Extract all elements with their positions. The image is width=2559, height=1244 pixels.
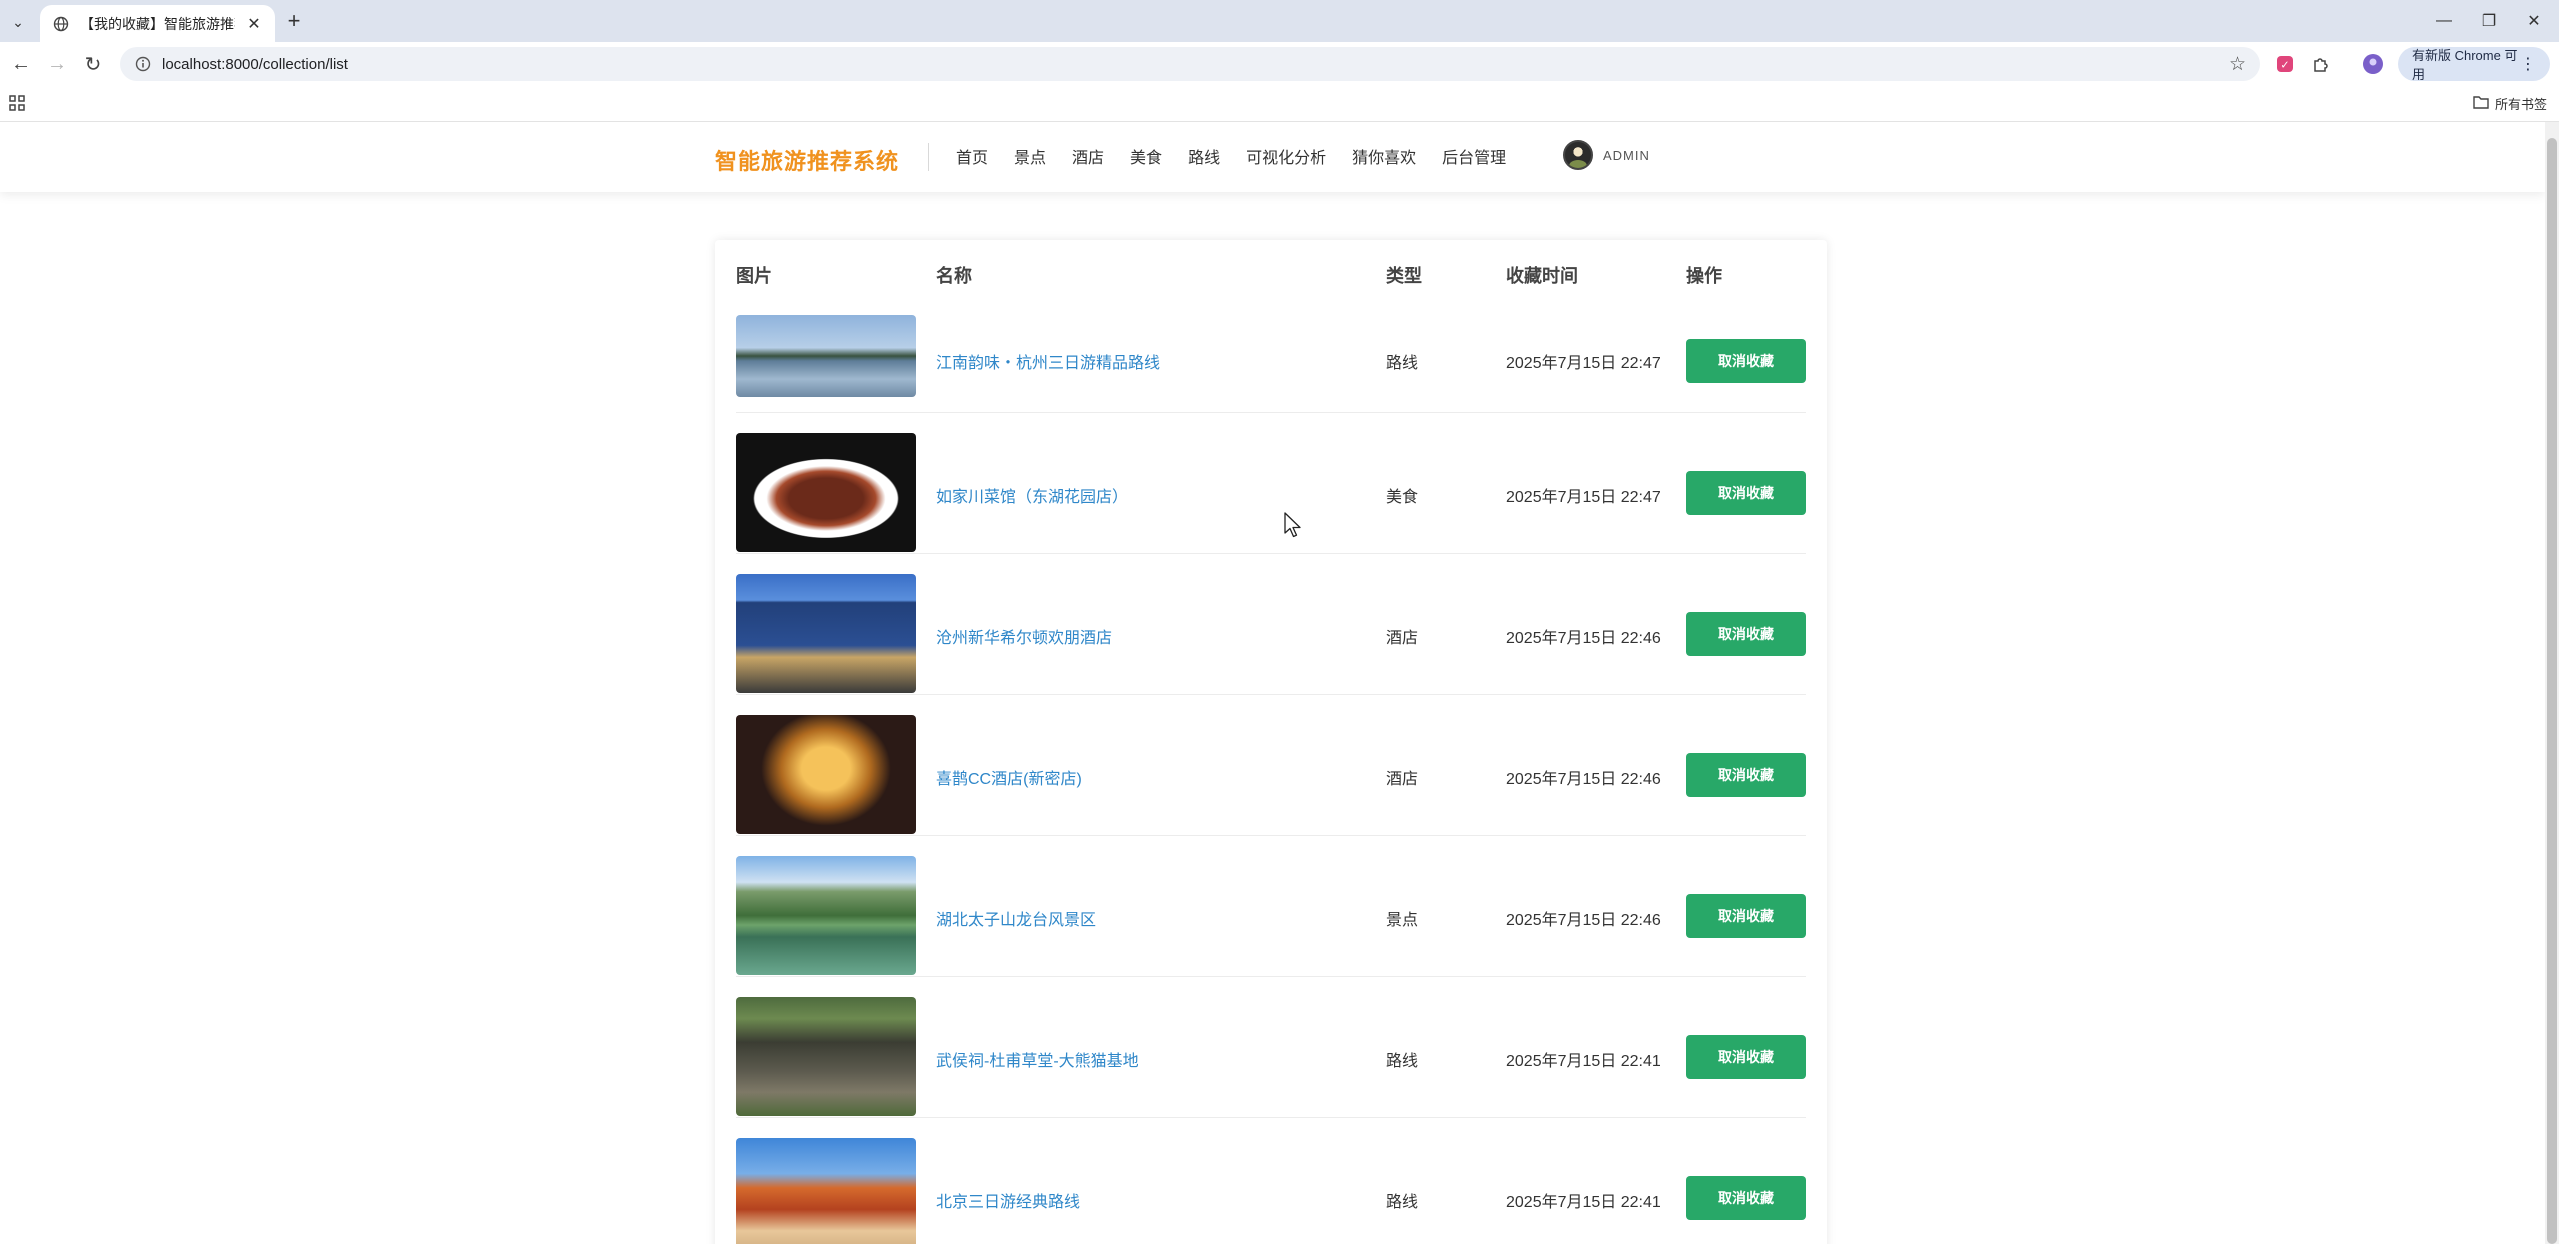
header-name: 名称 <box>936 266 972 286</box>
all-bookmarks-button[interactable]: 所有书签 <box>2473 94 2547 113</box>
browser-tab-bar: ⌄ 【我的收藏】智能旅游推荐系统 ✕ + — ❐ ✕ <box>0 0 2559 42</box>
extension-icon[interactable]: ✓ <box>2274 53 2296 75</box>
row-thumbnail[interactable] <box>736 715 916 834</box>
table-row: 如家川菜馆（东湖花园店） 美食 2025年7月15日 22:47 取消收藏 <box>736 413 1806 554</box>
header-image: 图片 <box>736 266 772 286</box>
nav-item-recommendations[interactable]: 猜你喜欢 <box>1352 144 1416 168</box>
row-thumbnail[interactable] <box>736 315 916 397</box>
scrollbar-thumb[interactable] <box>2547 138 2557 1244</box>
cancel-collection-button[interactable]: 取消收藏 <box>1686 612 1806 656</box>
restore-icon[interactable]: ❐ <box>2467 6 2511 36</box>
back-icon[interactable]: ← <box>6 49 36 79</box>
row-thumbnail[interactable] <box>736 1138 916 1244</box>
svg-text:✓: ✓ <box>2280 59 2289 72</box>
nav-item-home[interactable]: 首页 <box>956 144 988 168</box>
window-close-icon[interactable]: ✕ <box>2512 6 2556 36</box>
browser-toolbar: ← → ↻ localhost:8000/collection/list ☆ ✓… <box>0 42 2559 86</box>
header-action: 操作 <box>1686 266 1722 286</box>
avatar[interactable] <box>1563 140 1593 170</box>
row-type: 景点 <box>1386 912 1419 929</box>
bookmark-star-icon[interactable]: ☆ <box>2229 53 2246 76</box>
cancel-collection-button[interactable]: 取消收藏 <box>1686 753 1806 797</box>
nav-item-visualization[interactable]: 可视化分析 <box>1246 144 1326 168</box>
row-name-link[interactable]: 北京三日游经典路线 <box>936 1188 1080 1212</box>
site-logo[interactable]: 智能旅游推荐系统 <box>715 144 899 176</box>
cancel-collection-button[interactable]: 取消收藏 <box>1686 1035 1806 1079</box>
browser-tab[interactable]: 【我的收藏】智能旅游推荐系统 ✕ <box>40 5 275 42</box>
update-label: 有新版 Chrome 可用 <box>2412 48 2518 82</box>
cancel-collection-button[interactable]: 取消收藏 <box>1686 894 1806 938</box>
nav-item-admin[interactable]: 后台管理 <box>1442 144 1506 168</box>
row-name-link[interactable]: 武侯祠-杜甫草堂-大熊猫基地 <box>936 1047 1139 1071</box>
row-thumbnail[interactable] <box>736 856 916 975</box>
row-type: 美食 <box>1386 489 1419 506</box>
nav-item-routes[interactable]: 路线 <box>1188 144 1220 168</box>
table-row: 湖北太子山龙台风景区 景点 2025年7月15日 22:46 取消收藏 <box>736 836 1806 977</box>
nav-item-hotels[interactable]: 酒店 <box>1072 144 1104 168</box>
mouse-cursor-icon <box>1284 512 1301 538</box>
extensions-puzzle-icon[interactable] <box>2310 53 2332 75</box>
main-nav: 首页 景点 酒店 美食 路线 可视化分析 猜你喜欢 后台管理 <box>956 144 1506 168</box>
row-type: 路线 <box>1386 355 1419 372</box>
row-time: 2025年7月15日 22:46 <box>1506 630 1661 647</box>
username[interactable]: ADMIN <box>1603 148 1650 163</box>
folder-icon <box>2473 95 2489 112</box>
row-type: 酒店 <box>1386 771 1419 788</box>
new-tab-icon[interactable]: + <box>281 8 307 34</box>
row-time: 2025年7月15日 22:47 <box>1506 355 1661 372</box>
row-time: 2025年7月15日 22:41 <box>1506 1194 1661 1211</box>
header-time: 收藏时间 <box>1506 266 1578 286</box>
row-name-link[interactable]: 如家川菜馆（东湖花园店） <box>936 483 1128 507</box>
url-text: localhost:8000/collection/list <box>162 55 348 73</box>
bookmarks-bar: 所有书签 <box>0 86 2559 122</box>
row-name-link[interactable]: 湖北太子山龙台风景区 <box>936 906 1096 930</box>
nav-item-food[interactable]: 美食 <box>1130 144 1162 168</box>
row-thumbnail[interactable] <box>736 997 916 1116</box>
row-time: 2025年7月15日 22:46 <box>1506 771 1661 788</box>
row-time: 2025年7月15日 22:41 <box>1506 1053 1661 1070</box>
row-type: 路线 <box>1386 1053 1419 1070</box>
globe-icon <box>52 15 70 33</box>
user-menu[interactable]: ADMIN <box>1563 140 1650 170</box>
row-thumbnail[interactable] <box>736 574 916 693</box>
chrome-update-button[interactable]: 有新版 Chrome 可用 ⋮ <box>2398 47 2550 82</box>
table-row: 江南韵味・杭州三日游精品路线 路线 2025年7月15日 22:47 取消收藏 <box>736 293 1806 413</box>
more-menu-icon[interactable]: ⋮ <box>2520 54 2536 74</box>
cancel-collection-button[interactable]: 取消收藏 <box>1686 1176 1806 1220</box>
apps-grid-icon[interactable] <box>8 94 28 114</box>
table-row: 喜鹊CC酒店(新密店) 酒店 2025年7月15日 22:46 取消收藏 <box>736 695 1806 836</box>
row-thumbnail[interactable] <box>736 433 916 552</box>
row-name-link[interactable]: 江南韵味・杭州三日游精品路线 <box>936 349 1160 373</box>
site-header: 智能旅游推荐系统 首页 景点 酒店 美食 路线 可视化分析 猜你喜欢 后台管理 … <box>0 122 2545 192</box>
table-row: 武侯祠-杜甫草堂-大熊猫基地 路线 2025年7月15日 22:41 取消收藏 <box>736 977 1806 1118</box>
reload-icon[interactable]: ↻ <box>78 49 108 79</box>
tab-search-icon[interactable]: ⌄ <box>6 10 30 34</box>
address-bar[interactable]: localhost:8000/collection/list ☆ <box>120 47 2260 81</box>
cancel-collection-button[interactable]: 取消收藏 <box>1686 339 1806 383</box>
row-type: 路线 <box>1386 1194 1419 1211</box>
all-bookmarks-label: 所有书签 <box>2494 97 2547 112</box>
profile-icon[interactable] <box>2362 53 2384 75</box>
row-time: 2025年7月15日 22:47 <box>1506 489 1661 506</box>
table-row: 沧州新华希尔顿欢朋酒店 酒店 2025年7月15日 22:46 取消收藏 <box>736 554 1806 695</box>
nav-divider <box>928 143 929 171</box>
table-row: 北京三日游经典路线 路线 2025年7月15日 22:41 取消收藏 <box>736 1118 1806 1244</box>
row-type: 酒店 <box>1386 630 1419 647</box>
close-tab-icon[interactable]: ✕ <box>245 14 263 34</box>
nav-item-attractions[interactable]: 景点 <box>1014 144 1046 168</box>
row-name-link[interactable]: 沧州新华希尔顿欢朋酒店 <box>936 624 1112 648</box>
minimize-icon[interactable]: — <box>2422 6 2466 36</box>
page-viewport: 智能旅游推荐系统 首页 景点 酒店 美食 路线 可视化分析 猜你喜欢 后台管理 … <box>0 122 2545 1244</box>
header-type: 类型 <box>1386 266 1422 286</box>
site-info-icon[interactable] <box>134 55 152 73</box>
forward-icon[interactable]: → <box>42 49 72 79</box>
row-name-link[interactable]: 喜鹊CC酒店(新密店) <box>936 765 1082 789</box>
tab-title: 【我的收藏】智能旅游推荐系统 <box>80 15 235 32</box>
cancel-collection-button[interactable]: 取消收藏 <box>1686 471 1806 515</box>
row-time: 2025年7月15日 22:46 <box>1506 912 1661 929</box>
